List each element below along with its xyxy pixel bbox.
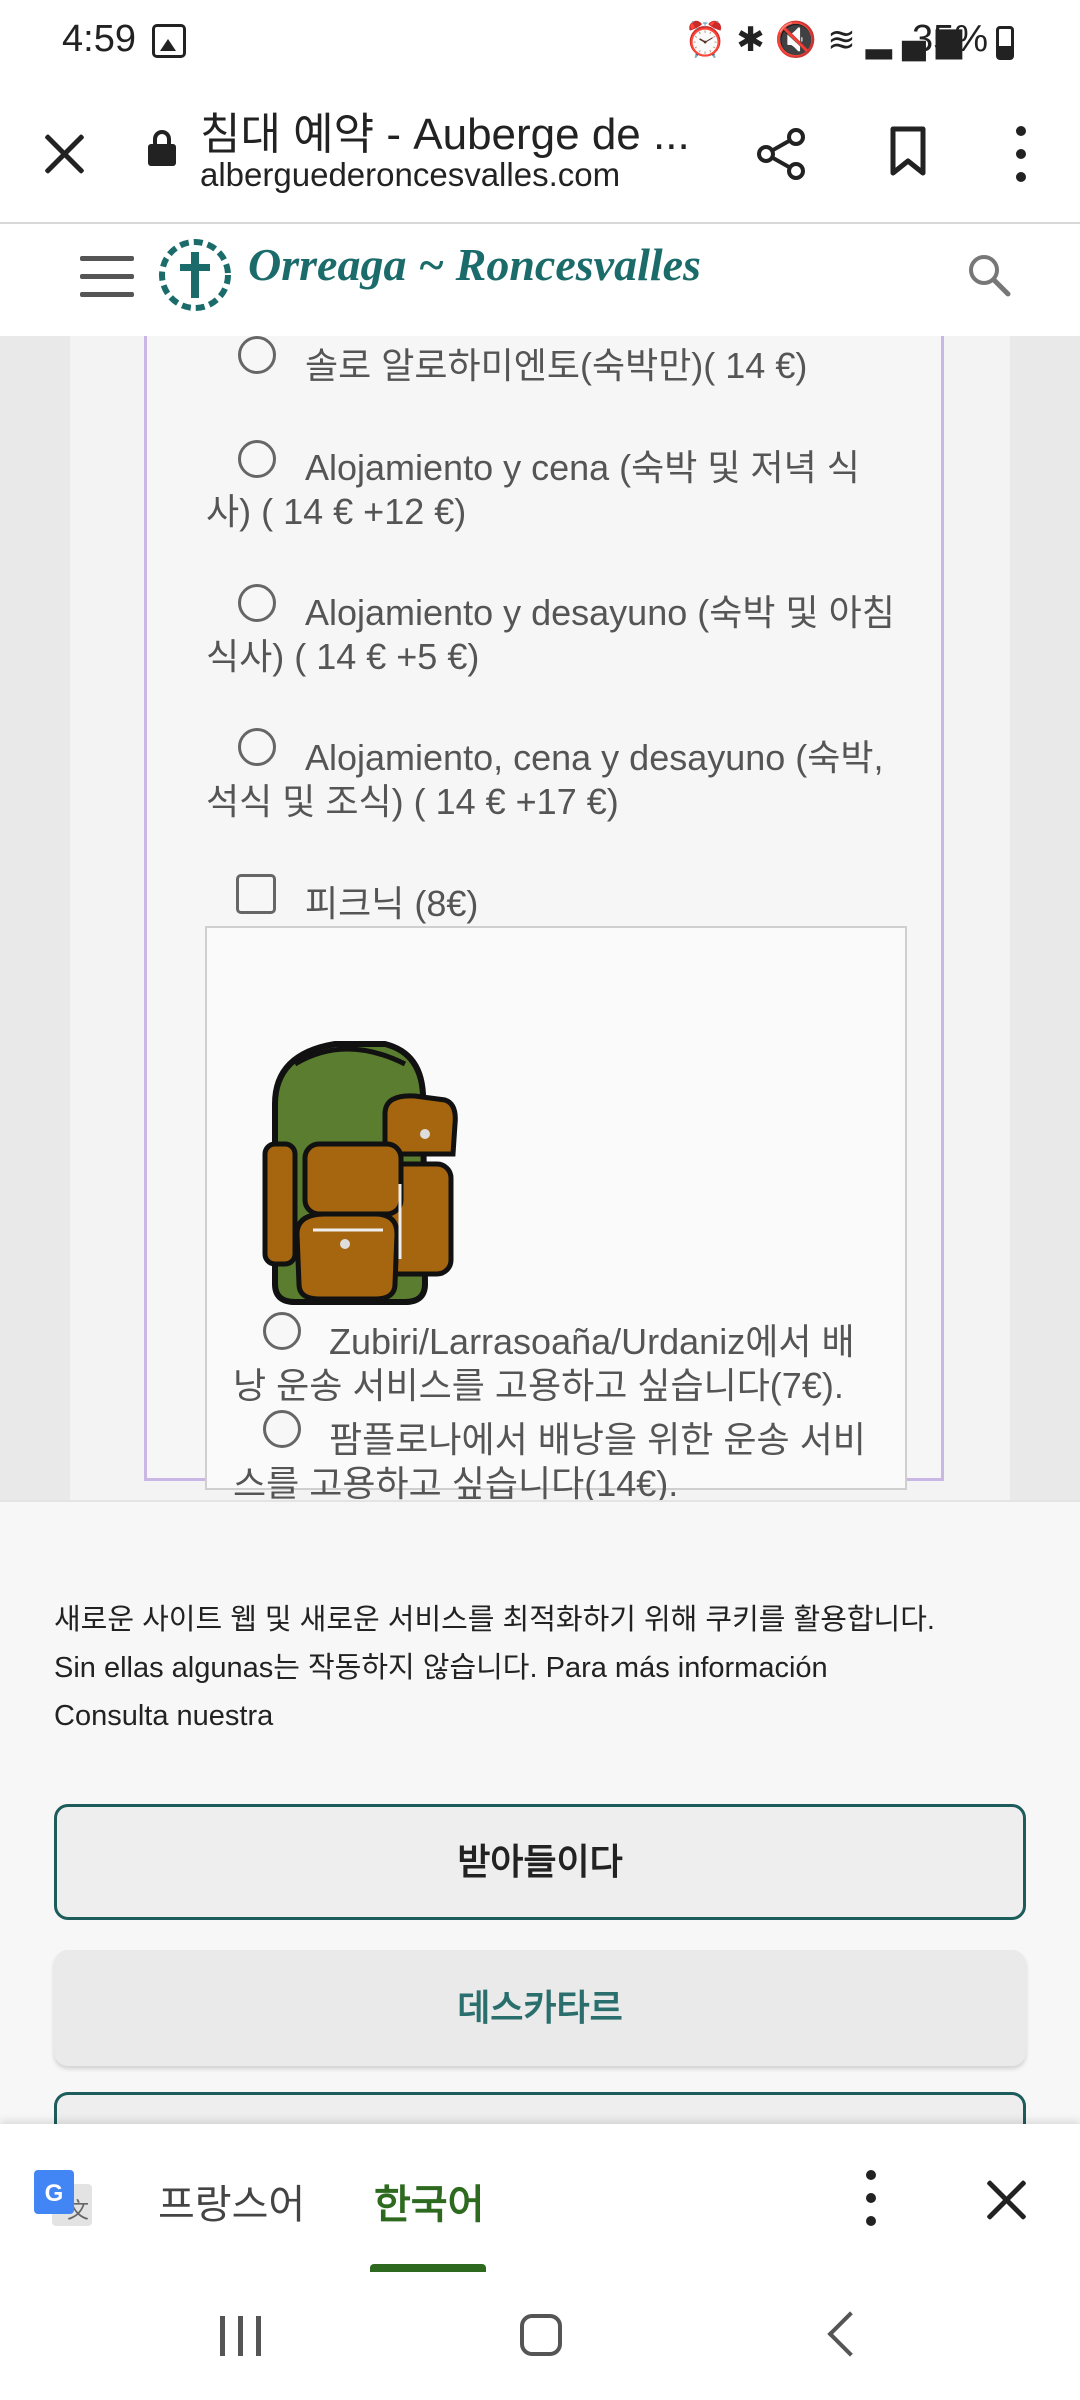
active-tab-indicator [370, 2264, 486, 2272]
backpack-zubiri-label-line2: 낭 운송 서비스를 고용하고 싶습니다(7€). [233, 1365, 844, 1406]
wifi-icon: ≋ [827, 21, 866, 59]
mute-icon: 🔇 [774, 21, 828, 59]
radio-zubiri[interactable] [263, 1312, 301, 1350]
radio-pamplona[interactable] [263, 1410, 301, 1448]
close-tab-icon[interactable] [42, 132, 86, 176]
battery-icon [996, 26, 1014, 60]
option-desayuno-label-line2: 식사) ( 14 € +5 €) [206, 636, 480, 677]
svg-text:G: G [45, 2180, 64, 2207]
page-domain[interactable]: alberguederoncesvalles.com [200, 156, 620, 194]
alarm-icon: ⏰ [684, 21, 737, 59]
translate-close-icon[interactable] [984, 2178, 1028, 2222]
hamburger-icon[interactable] [80, 254, 134, 300]
option-solo-label: 솔로 알로하미엔토(숙박만)( 14 €) [305, 345, 808, 386]
backpack-zubiri-label-line1: Zubiri/Larrasoaña/Urdaniz에서 배 [329, 1321, 855, 1362]
source-language-tab[interactable]: 프랑스어 [158, 2172, 305, 2230]
option-cena-label-line2: 사) ( 14 € +12 €) [206, 491, 467, 532]
cookie-message-line3: Consulta nuestra [54, 1700, 274, 1732]
translate-more-icon[interactable] [862, 2168, 878, 2228]
page-title[interactable]: 침대 예약 - Auberge de ... [200, 98, 690, 162]
more-vert-icon[interactable] [1012, 124, 1028, 184]
back-icon[interactable] [827, 2311, 873, 2357]
status-time: 4:59 [62, 18, 136, 60]
bluetooth-icon: ✱ [736, 21, 775, 59]
backpack-image [262, 1041, 458, 1305]
cookie-banner: 새로운 사이트 웹 및 새로운 서비스를 최적화하기 위해 쿠키를 활용합니다.… [0, 1500, 1080, 2152]
status-bar: 4:59 ⏰✱🔇≋▂▄▆ 35% [0, 0, 1080, 86]
radio-completo[interactable] [238, 728, 276, 766]
battery-percentage: 35% [912, 18, 989, 60]
radio-cena[interactable] [238, 440, 276, 478]
lock-icon[interactable] [148, 130, 176, 166]
accept-cookies-button[interactable]: 받아들이다 [54, 1804, 1026, 1920]
logo-icon[interactable] [156, 236, 234, 314]
site-logo-text[interactable]: Orreaga ~ Roncesvalles [248, 238, 701, 291]
system-nav-bar [0, 2272, 1080, 2400]
radio-solo[interactable] [238, 336, 276, 374]
option-desayuno-label-line1: Alojamiento y desayuno (숙박 및 아침 [305, 592, 895, 633]
search-icon[interactable] [964, 250, 1012, 298]
decline-cookies-button[interactable]: 데스카타르 [54, 1950, 1026, 2066]
checkbox-picnic[interactable] [236, 874, 276, 914]
browser-toolbar: 침대 예약 - Auberge de ... alberguederoncesv… [0, 86, 1080, 224]
option-completo-label-line2: 석식 및 조식) ( 14 € +17 €) [206, 781, 619, 822]
booking-form-area: 솔로 알로하미엔토(숙박만)( 14 €) Alojamiento y cena… [0, 336, 1080, 1504]
gallery-icon [152, 24, 186, 58]
backpack-pamplona-label-line1: 팜플로나에서 배낭을 위한 운송 서비 [329, 1419, 866, 1460]
option-completo-label-line1: Alojamiento, cena y desayuno (숙박, [305, 737, 884, 778]
cookie-message-line2: Sin ellas algunas는 작동하지 않습니다. Para más i… [54, 1652, 828, 1684]
radio-desayuno[interactable] [238, 584, 276, 622]
recents-icon[interactable] [220, 2316, 264, 2356]
cookie-message-line1: 새로운 사이트 웹 및 새로운 서비스를 최적화하기 위해 쿠키를 활용합니다. [54, 1604, 935, 1636]
bookmark-icon[interactable] [890, 126, 926, 176]
site-header: Orreaga ~ Roncesvalles [0, 224, 1080, 337]
share-icon[interactable] [752, 124, 812, 184]
option-cena-label-line1: Alojamiento y cena (숙박 및 저녁 식 [305, 447, 860, 488]
backpack-transport-box: Zubiri/Larrasoaña/Urdaniz에서 배 낭 운송 서비스를 … [205, 926, 907, 1504]
target-language-tab[interactable]: 한국어 [374, 2172, 484, 2230]
translate-bar: 文 G 프랑스어 한국어 [0, 2124, 1080, 2272]
google-translate-icon[interactable]: 文 G [34, 2170, 94, 2230]
option-picnic-label: 피크닉 (8€) [305, 883, 479, 924]
cookie-message: 새로운 사이트 웹 및 새로운 서비스를 최적화하기 위해 쿠키를 활용합니다.… [54, 1596, 1034, 1740]
home-icon[interactable] [520, 2314, 562, 2356]
